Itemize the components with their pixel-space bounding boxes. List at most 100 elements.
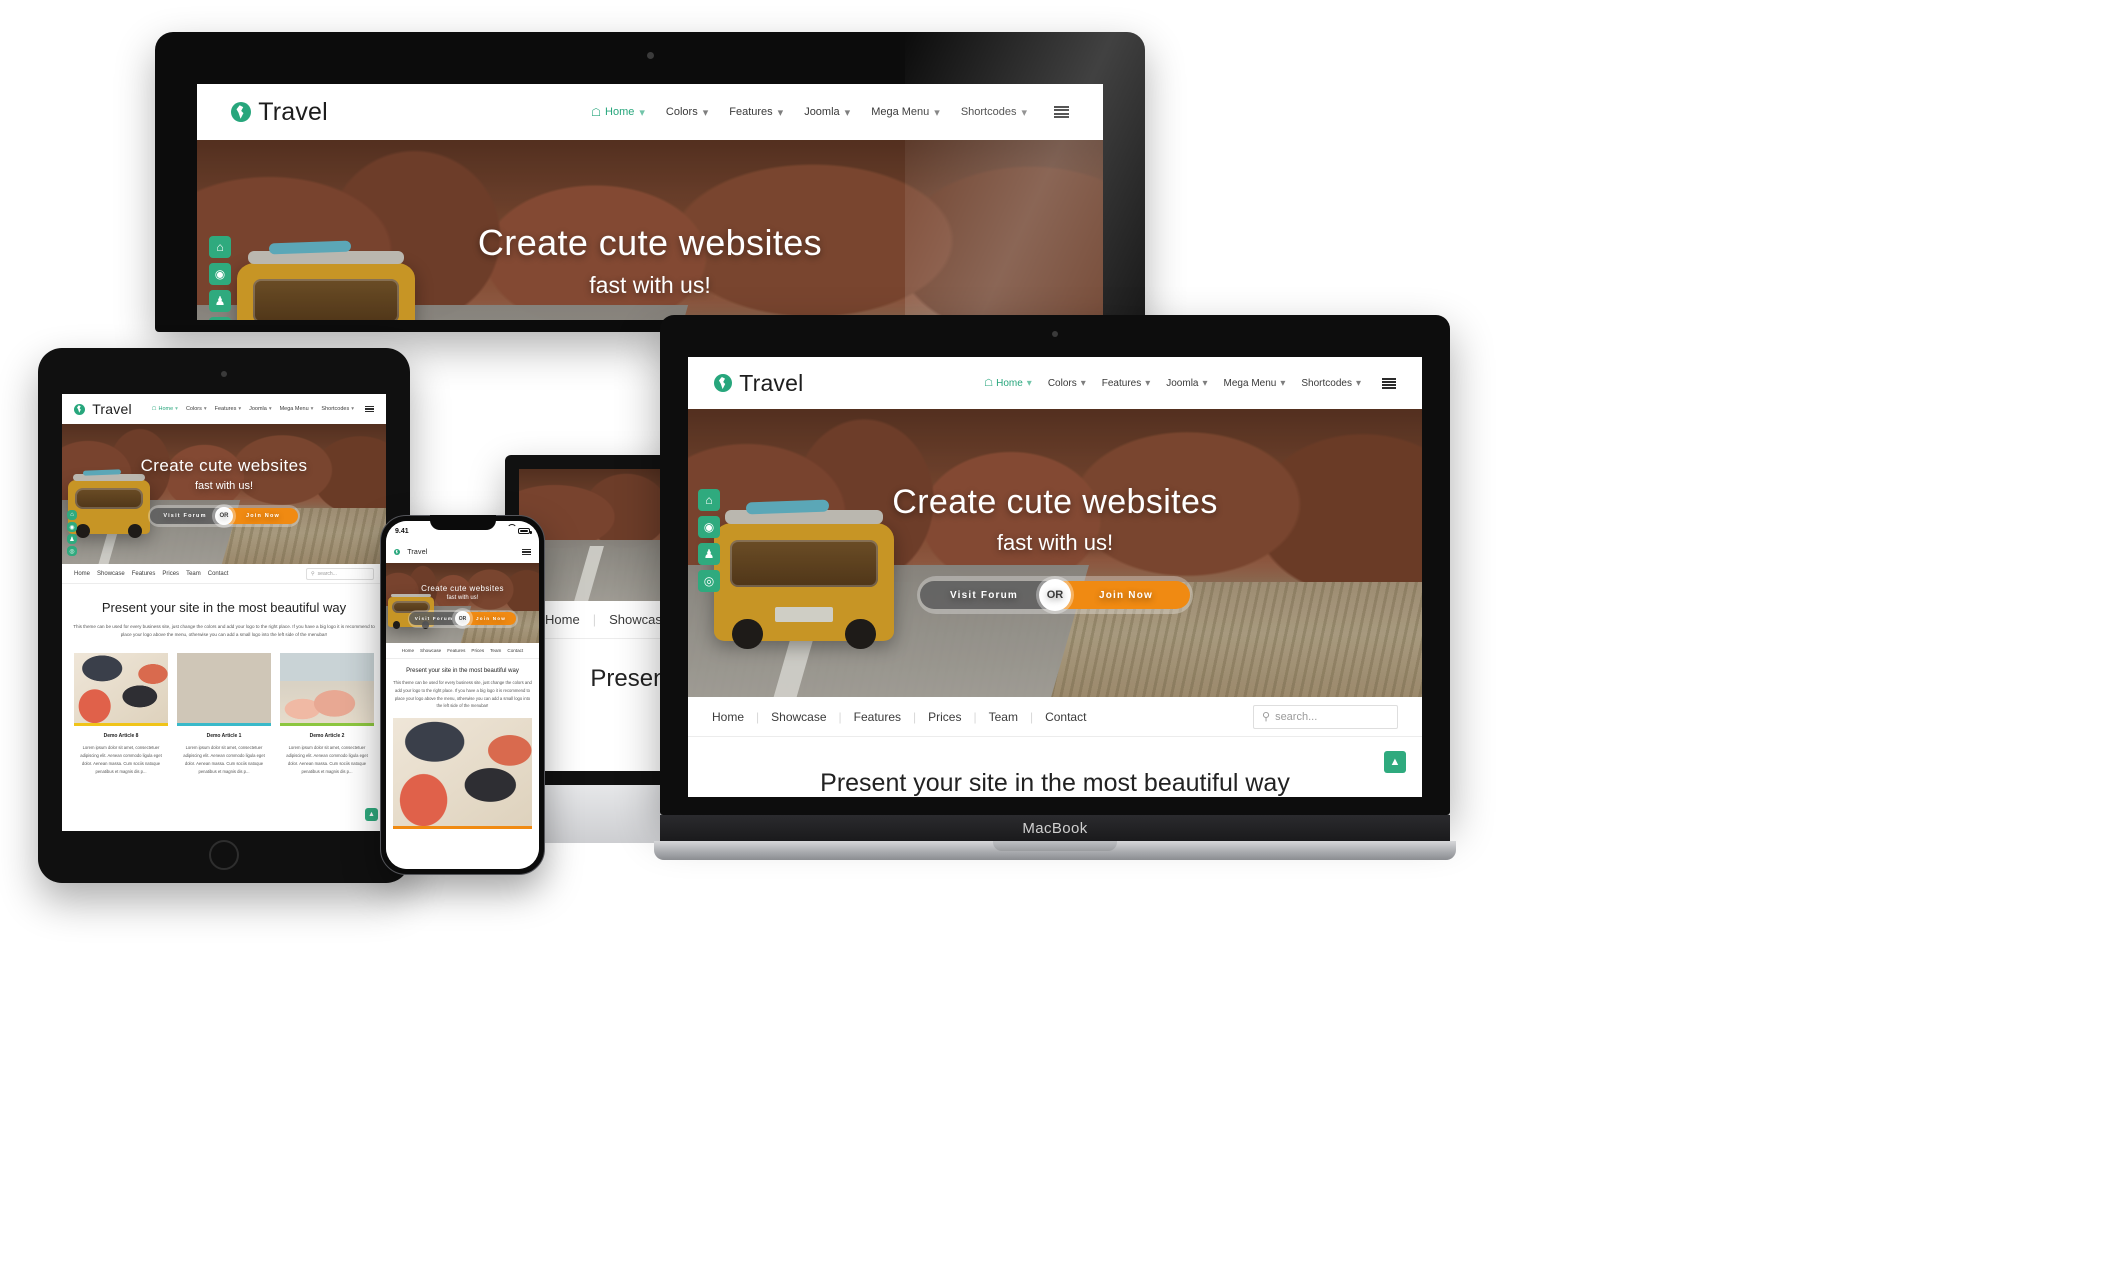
article-accent-bar (280, 722, 374, 726)
article-title: Demo Article 2 (309, 732, 345, 739)
hero-section: ⌂ ◉ ♟ ◎ Create cute websites fast with u… (688, 409, 1422, 697)
subnav-item-prices[interactable]: Prices (928, 710, 961, 724)
article-image (280, 652, 374, 723)
scroll-to-top-button[interactable]: ▲ (1384, 751, 1406, 773)
join-now-button[interactable]: Join Now (466, 612, 516, 625)
visit-forum-button[interactable]: Visit Forum (150, 508, 220, 524)
subnav-item-team[interactable]: Team (186, 571, 201, 577)
nav-item-colors[interactable]: Colors ▾ (186, 406, 207, 412)
hamburger-icon[interactable] (1382, 377, 1396, 389)
hamburger-icon[interactable] (1054, 106, 1069, 118)
article-card[interactable]: Demo Article 2 Lorem ipsum dolor sit ame… (280, 652, 374, 776)
home-icon[interactable]: ⌂ (209, 236, 231, 258)
hero-subtitle: fast with us! (194, 480, 254, 492)
brand-name: Travel (92, 401, 132, 417)
nav-item-features[interactable]: Features ▾ (215, 406, 241, 412)
home-icon[interactable]: ⌂ (698, 489, 720, 511)
search-input[interactable]: ⚲ search... (1253, 704, 1398, 729)
search-icon: ⚲ (1262, 711, 1271, 723)
nav-item-home[interactable]: ☖ Home ▾ (152, 406, 178, 412)
location-pin-icon[interactable]: ◎ (698, 570, 720, 592)
nav-item-home[interactable]: ☖ Home ▾ (984, 378, 1032, 389)
nav-item-shortcodes[interactable]: Shortcodes ▾ (1301, 378, 1361, 389)
hero-cta-group: Visit Forum OR Join Now (917, 576, 1193, 614)
laptop-screen: Travel ☖ Home ▾ Colors ▾ Features ▾ Joomla ▾ … (197, 84, 1103, 320)
search-input[interactable]: ⚲ search... (306, 567, 374, 580)
globe-icon (231, 102, 251, 122)
user-icon[interactable]: ♟ (67, 534, 77, 544)
content-section: Present your site in the most beautiful … (62, 584, 386, 776)
location-pin-icon[interactable]: ◎ (67, 546, 77, 556)
macbook-hinge-bar: MacBook (660, 815, 1450, 841)
hero-section: ⌂ ◉ ♟ ◎ Create cute websites fast with u… (197, 140, 1103, 320)
subnav-item-showcase[interactable]: Showcase (420, 648, 441, 653)
article-accent-bar (74, 722, 168, 726)
globe-icon[interactable]: ◉ (209, 263, 231, 285)
nav-item-joomla[interactable]: Joomla ▾ (1166, 378, 1207, 389)
globe-icon[interactable]: ◉ (698, 516, 720, 538)
brand-logo[interactable]: Travel (231, 98, 328, 127)
nav-item-features[interactable]: Features ▾ (1102, 378, 1151, 389)
subnav-item-prices[interactable]: Prices (162, 571, 179, 577)
globe-icon[interactable]: ◉ (67, 522, 77, 532)
subnav-item-showcase[interactable]: Showcase (771, 710, 826, 724)
article-accent-bar (393, 826, 532, 830)
subnav-item-features[interactable]: Features (447, 648, 465, 653)
battery-icon (518, 528, 532, 534)
article-card[interactable]: Demo Article 8 Lorem ipsum dolor sit ame… (74, 652, 168, 776)
brand-name: Travel (407, 548, 428, 556)
nav-item-colors[interactable]: Colors ▾ (666, 106, 708, 119)
subnav-item-home[interactable]: Home (74, 571, 90, 577)
or-divider: OR (1039, 579, 1071, 611)
subnav-item-contact[interactable]: Contact (208, 571, 229, 577)
visit-forum-button[interactable]: Visit Forum (409, 612, 459, 625)
subnav-item-showcase[interactable]: Showcase (97, 571, 125, 577)
nav-item-shortcodes[interactable]: Shortcodes ▾ (961, 106, 1027, 119)
article-card[interactable]: Demo Article 1 Lorem ipsum dolor sit ame… (177, 652, 271, 776)
content-paragraph: This theme can be used for every busines… (393, 680, 532, 709)
subnav-item-home[interactable]: Home (712, 710, 744, 724)
article-text: Lorem ipsum dolor sit amet, consectetuer… (80, 744, 162, 774)
user-icon[interactable]: ♟ (209, 290, 231, 312)
brand-logo[interactable]: Travel (74, 401, 132, 417)
nav-item-shortcodes[interactable]: Shortcodes ▾ (321, 406, 354, 412)
article-card[interactable] (393, 718, 532, 830)
social-side-icons: ⌂ ◉ ♟ ◎ (698, 489, 720, 592)
laptop-device: Travel ☖ Home ▾ Colors ▾ Features ▾ Joomla ▾ … (155, 32, 1145, 332)
join-now-button[interactable]: Join Now (1062, 581, 1190, 609)
nav-item-joomla[interactable]: Joomla ▾ (249, 406, 272, 412)
nav-item-mega-menu[interactable]: Mega Menu ▾ (871, 106, 940, 119)
tablet-home-button[interactable] (209, 840, 239, 870)
nav-item-colors[interactable]: Colors ▾ (1048, 378, 1086, 389)
laptop-site: Travel ☖ Home ▾ Colors ▾ Features ▾ Joomla ▾ … (197, 84, 1103, 320)
nav-item-home[interactable]: ☖ Home ▾ (591, 106, 645, 119)
home-icon[interactable]: ⌂ (67, 510, 77, 520)
brand-logo[interactable]: Travel (714, 370, 803, 397)
location-pin-icon[interactable]: ◎ (209, 317, 231, 320)
nav-item-mega-menu[interactable]: Mega Menu ▾ (280, 406, 314, 412)
subnav-item-contact[interactable]: Contact (1045, 710, 1086, 724)
subnav-item-contact[interactable]: Contact (507, 648, 523, 653)
hero-subtitle: fast with us! (589, 272, 711, 298)
join-now-button[interactable]: Join Now (228, 508, 298, 524)
scroll-to-top-button[interactable]: ▲ (365, 808, 378, 821)
subnav-item-home[interactable]: Home (402, 648, 414, 653)
hamburger-icon[interactable] (365, 405, 374, 413)
visit-forum-button[interactable]: Visit Forum (920, 581, 1048, 609)
nav-item-features[interactable]: Features ▾ (729, 106, 783, 119)
hamburger-icon[interactable] (522, 548, 531, 556)
user-icon[interactable]: ♟ (698, 543, 720, 565)
brand-logo[interactable]: Travel (394, 549, 428, 556)
subnav-item-team[interactable]: Team (490, 648, 501, 653)
subnav-item-prices[interactable]: Prices (471, 648, 484, 653)
subnav-item-team[interactable]: Team (989, 710, 1018, 724)
hero-title: Create cute websites (892, 483, 1218, 521)
subnav-item-home[interactable]: Home (545, 612, 580, 627)
subnav-item-features[interactable]: Features (132, 571, 156, 577)
nav-item-joomla[interactable]: Joomla ▾ (804, 106, 850, 119)
subnav-item-features[interactable]: Features (854, 710, 901, 724)
article-text: Lorem ipsum dolor sit amet, consectetuer… (183, 744, 265, 774)
main-nav: ☖ Home ▾ Colors ▾ Features ▾ Joomla ▾ Mega Me… (591, 106, 1069, 119)
nav-item-mega-menu[interactable]: Mega Menu ▾ (1224, 378, 1286, 389)
secondary-nav: Home| Showcase| Features| Prices| Team| … (688, 697, 1422, 737)
